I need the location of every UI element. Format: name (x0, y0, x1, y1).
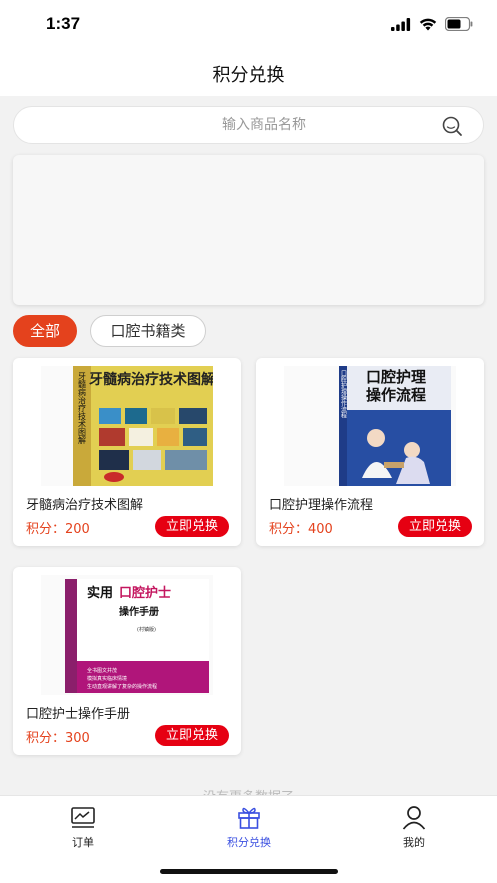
product-name: 牙髓病治疗技术图解 (26, 498, 144, 513)
book-cover-title-line2: 操作流程 (366, 386, 426, 404)
home-indicator[interactable] (160, 869, 338, 874)
redeem-button[interactable]: 立即兑换 (398, 516, 472, 537)
wifi-icon (419, 18, 437, 31)
banner[interactable] (13, 155, 484, 305)
book-cover-image: 口腔护理操作流程 口腔护理 操作流程 (284, 366, 456, 486)
book-cover-title-highlight: 口腔护士 (119, 585, 171, 601)
status-icons (391, 17, 473, 31)
book-cover-bullet: 模拟真实临床情境 (87, 675, 127, 682)
redeem-button[interactable]: 立即兑换 (155, 725, 229, 746)
search-icon[interactable] (441, 115, 463, 137)
book-cover-bullet: 全书图文并茂 (87, 667, 117, 674)
tab-label: 我的 (403, 836, 425, 849)
product-card[interactable]: 口腔护理操作流程 口腔护理 操作流程 口腔护理操作流程 积分：400 立即兑换 (256, 358, 484, 546)
category-chip-all[interactable]: 全部 (13, 315, 77, 347)
redeem-button[interactable]: 立即兑换 (155, 516, 229, 537)
page-title: 积分兑换 (212, 65, 285, 86)
gift-icon (238, 807, 260, 829)
book-cover-image: 实用 口腔护士 操作手册 (村镇版) 全书图文并茂 模拟真实临床情境 生动直观讲… (41, 575, 213, 695)
order-icon (71, 807, 95, 828)
book-cover-title: 牙髓病治疗技术图解 (89, 371, 213, 388)
tab-label: 订单 (72, 836, 94, 849)
status-bar: 1:37 (0, 0, 497, 50)
tab-orders[interactable]: 订单 (23, 804, 143, 850)
product-card[interactable]: 实用 口腔护士 操作手册 (村镇版) 全书图文并茂 模拟真实临床情境 生动直观讲… (13, 567, 241, 755)
product-card[interactable]: 牙髓病治疗技术图解 牙髓病治疗技术图解 牙髓病治疗技术图解 积分：200 立即兑… (13, 358, 241, 546)
book-spine-text: 牙髓病治疗技术图解 (78, 372, 87, 445)
product-name: 口腔护理操作流程 (269, 498, 374, 513)
category-chip-dental-books[interactable]: 口腔书籍类 (90, 315, 206, 347)
tab-label: 积分兑换 (227, 836, 271, 849)
nav-bar: 积分兑换 (0, 50, 497, 96)
product-points: 积分：200 (26, 522, 90, 537)
book-cover-title-prefix: 实用 (87, 585, 113, 601)
book-cover-bullet: 生动直观讲解了复杂的操作流程 (87, 683, 157, 690)
tab-points-exchange[interactable]: 积分兑换 (189, 804, 309, 850)
book-cover-image: 牙髓病治疗技术图解 牙髓病治疗技术图解 (41, 366, 213, 486)
product-points: 积分：300 (26, 731, 90, 746)
search-box[interactable] (13, 106, 484, 144)
tab-profile[interactable]: 我的 (354, 804, 474, 850)
search-input[interactable] (34, 107, 434, 143)
book-cover-edition: (村镇版) (137, 626, 156, 633)
profile-icon (402, 806, 426, 830)
product-points: 积分：400 (269, 522, 333, 537)
status-time: 1:37 (46, 14, 81, 33)
book-spine-text: 口腔护理操作流程 (340, 370, 347, 419)
cellular-signal-icon (391, 17, 411, 31)
book-cover-subtitle: 操作手册 (119, 605, 159, 618)
bottom-tab-bar: 订单 积分兑换 我的 (0, 795, 497, 883)
book-cover-title-line1: 口腔护理 (366, 368, 426, 386)
battery-icon (445, 17, 473, 31)
product-name: 口腔护士操作手册 (26, 707, 131, 722)
